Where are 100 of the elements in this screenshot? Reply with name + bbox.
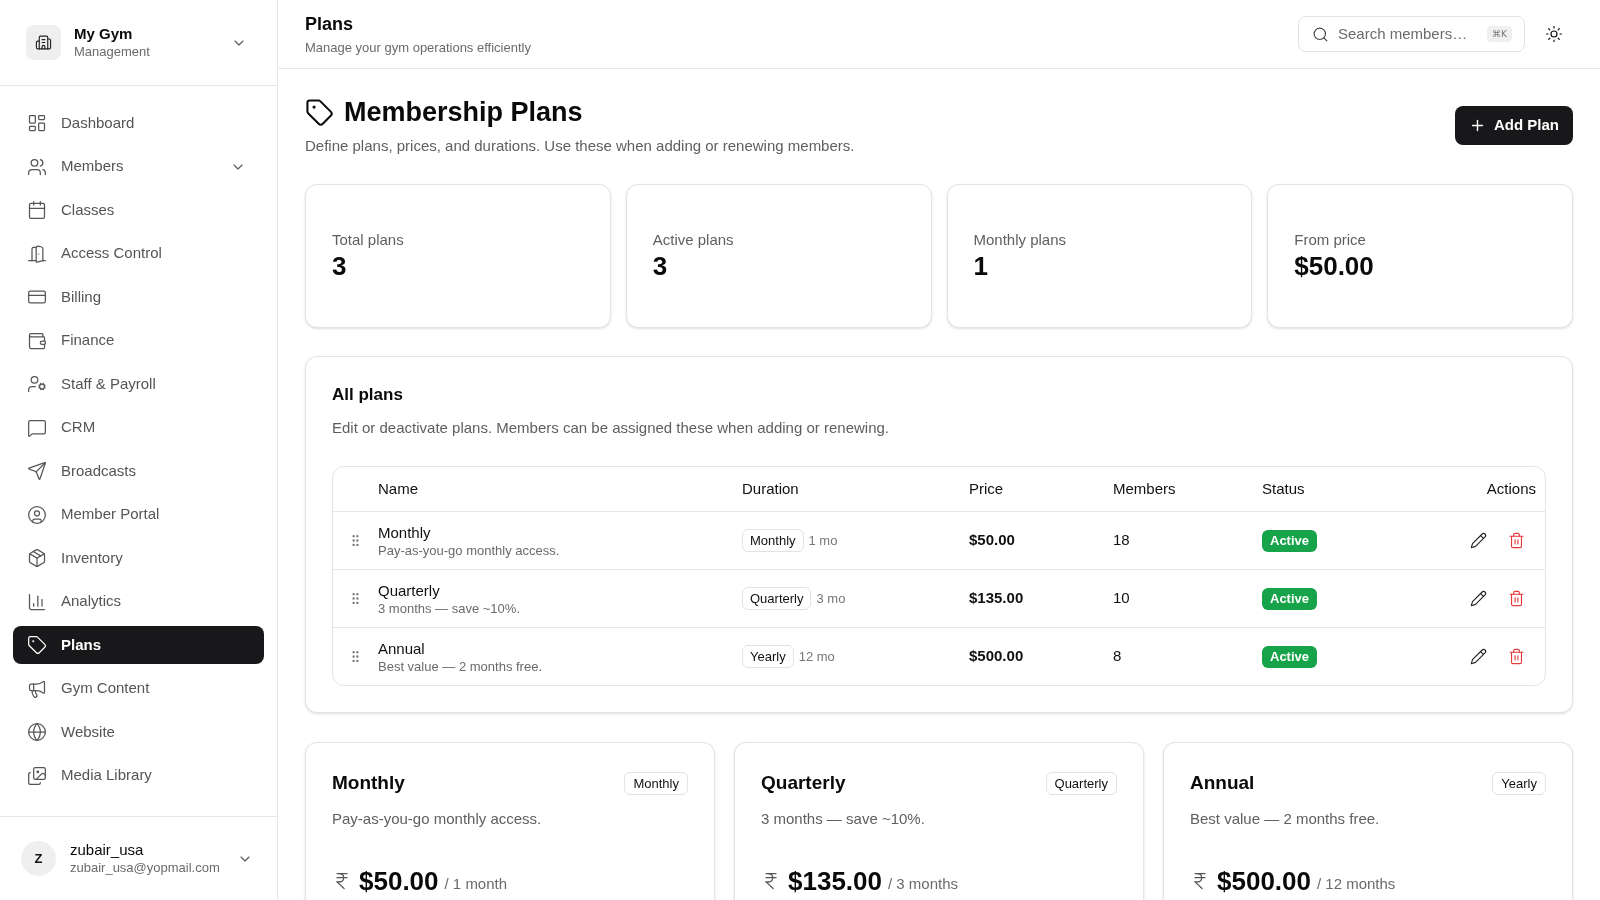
duration-length: 12 mo xyxy=(798,647,835,666)
edit-button[interactable] xyxy=(1468,588,1489,609)
sun-icon[interactable] xyxy=(1545,25,1563,43)
duration-tag: Yearly xyxy=(742,645,794,668)
images-icon xyxy=(27,765,47,786)
members-cell-text: 10 xyxy=(1113,588,1130,609)
calendar-icon xyxy=(27,200,47,220)
status-tag: Active xyxy=(1262,529,1318,552)
column-header: Duration xyxy=(742,478,799,499)
sidebar-item[interactable]: CRM xyxy=(13,408,264,447)
plan-period: / 1 month xyxy=(444,873,508,894)
column-header: Members xyxy=(1113,478,1176,499)
price-cell-text: $50.00 xyxy=(969,530,1015,551)
megaphone-icon xyxy=(27,678,47,699)
plan-period: / 12 months xyxy=(1317,873,1396,894)
page-title: Membership Plans xyxy=(344,96,583,128)
sidebar-item[interactable]: Broadcasts xyxy=(13,452,264,490)
stat-value: $50.00 xyxy=(1294,250,1375,282)
stat-label: From price xyxy=(1294,230,1367,250)
plan-card-description: 3 months — save ~10%. xyxy=(761,809,926,829)
column-header: Price xyxy=(969,478,1004,499)
sidebar-item[interactable]: Classes xyxy=(13,191,264,229)
members-cell-text: 8 xyxy=(1113,646,1122,667)
user-circle-icon xyxy=(27,504,47,525)
globe-icon xyxy=(27,722,47,742)
stat-value: 3 xyxy=(332,250,348,282)
sidebar-item[interactable]: Dashboard xyxy=(13,104,264,142)
avatar: Z xyxy=(21,841,56,876)
duration-tag: Quarterly xyxy=(1045,771,1117,795)
panel-description: Edit or deactivate plans. Members can be assigned these when adding or renewing. xyxy=(332,418,890,438)
users-icon xyxy=(27,156,47,177)
tag-icon xyxy=(27,635,47,655)
brand-subtitle: Management xyxy=(74,43,150,61)
duration-length: 3 mo xyxy=(816,589,846,608)
pencil-icon xyxy=(1470,532,1487,549)
price-cell-text: $135.00 xyxy=(969,588,1024,609)
tag-icon xyxy=(305,97,334,127)
plan-description: 3 months — save ~10%. xyxy=(378,599,520,617)
sidebar-item[interactable]: Plans xyxy=(13,626,264,664)
stat-value: 3 xyxy=(652,250,669,282)
search-input[interactable]: Search members… xyxy=(1338,22,1479,46)
page-header-subtitle: Manage your gym operations efficiently xyxy=(305,38,531,57)
sidebar-item[interactable]: Inventory xyxy=(13,539,264,577)
duration-tag: Yearly xyxy=(1492,771,1546,795)
panel-title: All plans xyxy=(332,384,404,406)
sidebar-item[interactable]: Access Control xyxy=(13,234,264,273)
user-email: zubair_usa@yopmail.com xyxy=(70,859,220,877)
add-plan-button[interactable]: Add Plan xyxy=(1455,106,1573,145)
plan-card-title: Monthly xyxy=(332,771,405,795)
plus-icon xyxy=(1469,117,1486,134)
plan-card-description: Best value — 2 months free. xyxy=(1190,809,1381,829)
sidebar-item[interactable]: Website xyxy=(13,713,264,751)
duration-tag: Quarterly xyxy=(742,587,812,610)
sidebar-item[interactable]: Media Library xyxy=(13,756,264,795)
duration-length: 1 mo xyxy=(808,531,838,550)
plan-price: $135.00 xyxy=(788,865,882,898)
sidebar-item[interactable]: Members xyxy=(13,147,264,186)
shortcut-hint: ⌘K xyxy=(1487,26,1512,42)
sidebar-item[interactable]: Finance xyxy=(13,321,264,360)
door-icon xyxy=(27,243,47,264)
price-cell-text: $500.00 xyxy=(969,646,1024,667)
duration-tag: Monthly xyxy=(742,529,804,552)
box-icon xyxy=(27,548,47,568)
edit-button[interactable] xyxy=(1468,646,1489,667)
trash-icon xyxy=(1508,532,1525,549)
user-name: zubair_usa xyxy=(70,840,145,859)
wallet-icon xyxy=(27,330,47,351)
trash-icon xyxy=(1508,648,1525,665)
bar-chart-icon xyxy=(27,591,47,612)
trash-icon xyxy=(1508,590,1525,607)
plan-price: $500.00 xyxy=(1217,865,1311,898)
layout-grid-icon xyxy=(27,113,47,133)
sidebar-item[interactable]: Member Portal xyxy=(13,495,264,534)
plan-card-title: Annual xyxy=(1190,771,1255,795)
plan-name: Quarterly xyxy=(378,580,440,600)
column-header: Status xyxy=(1262,478,1305,499)
sidebar-item[interactable]: Staff & Payroll xyxy=(13,365,264,403)
plan-card-title: Quarterly xyxy=(761,771,846,795)
sidebar-item[interactable]: Billing xyxy=(13,278,264,316)
members-cell-text: 18 xyxy=(1113,530,1130,551)
edit-button[interactable] xyxy=(1468,530,1489,551)
stat-value: 1 xyxy=(973,250,989,282)
plan-name: Annual xyxy=(378,638,425,658)
duration-tag: Monthly xyxy=(624,771,688,795)
column-header: Actions xyxy=(1486,478,1537,499)
user-gear-icon xyxy=(27,374,47,394)
paper-plane-icon xyxy=(27,461,47,481)
plan-period: / 3 months xyxy=(888,873,959,894)
stat-label: Total plans xyxy=(332,230,405,250)
sidebar-item[interactable]: Analytics xyxy=(13,582,264,621)
plan-price: $50.00 xyxy=(359,865,439,898)
plan-name: Monthly xyxy=(378,522,431,542)
search-field[interactable]: Search members… ⌘K xyxy=(1298,16,1525,52)
plan-card-description: Pay-as-you-go monthly access. xyxy=(332,809,543,829)
sidebar-item[interactable]: Gym Content xyxy=(13,669,264,708)
pencil-icon xyxy=(1470,590,1487,607)
status-tag: Active xyxy=(1262,645,1318,668)
plan-description: Best value — 2 months free. xyxy=(378,657,543,675)
chat-bubble-icon xyxy=(27,417,47,438)
stat-label: Monthly plans xyxy=(973,230,1068,250)
